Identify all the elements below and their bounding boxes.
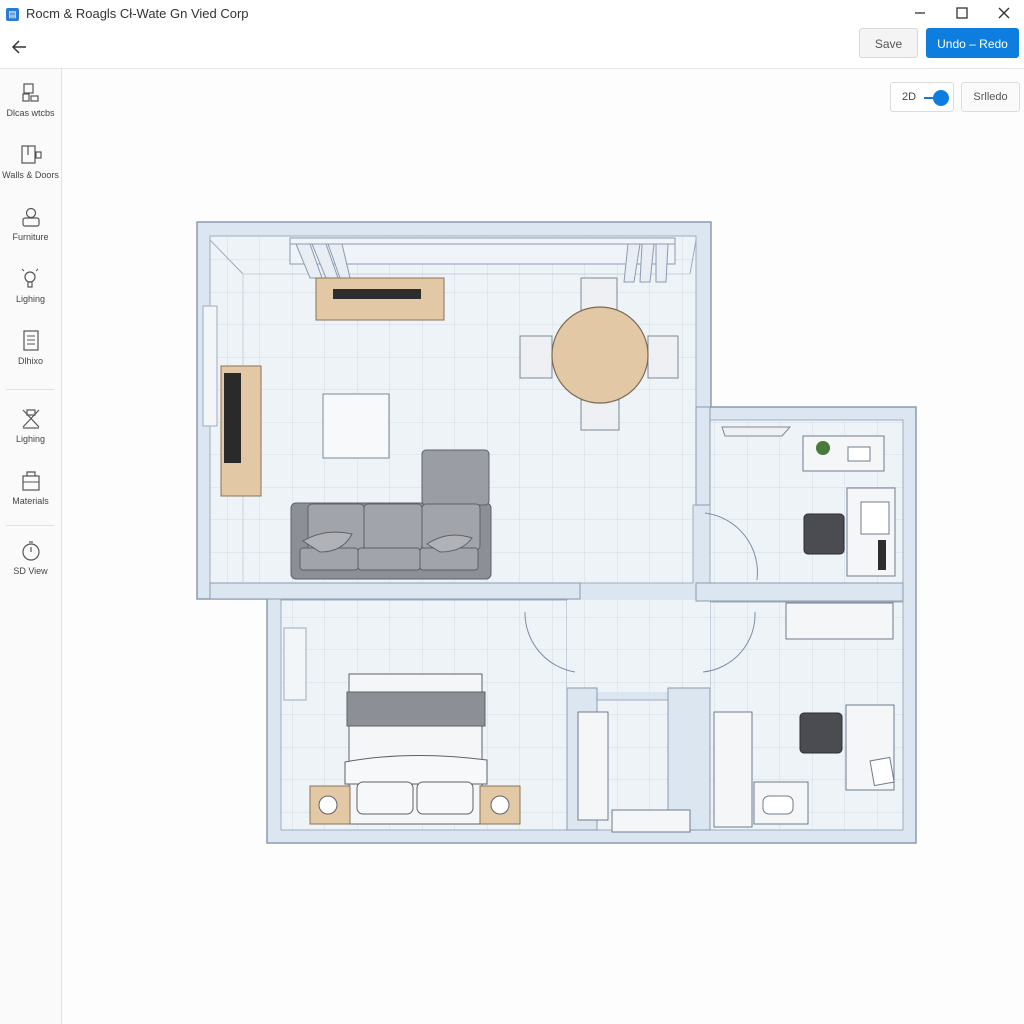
hallway-floor[interactable] xyxy=(567,600,710,692)
interior-wall xyxy=(695,582,904,602)
bedroom-window[interactable] xyxy=(283,627,307,701)
bed[interactable] xyxy=(344,673,488,825)
wall-panel xyxy=(202,305,218,427)
floor-plan xyxy=(196,221,917,844)
interior-wall xyxy=(209,582,581,600)
window[interactable] xyxy=(289,237,676,265)
curtain-right xyxy=(623,243,669,283)
console-vent xyxy=(333,289,421,299)
nightstand-left[interactable] xyxy=(309,785,351,825)
nightstand-right[interactable] xyxy=(479,785,521,825)
interior-wall xyxy=(667,687,711,831)
coffee-table[interactable] xyxy=(322,393,390,459)
interior-wall xyxy=(695,406,711,506)
television[interactable] xyxy=(224,373,241,463)
